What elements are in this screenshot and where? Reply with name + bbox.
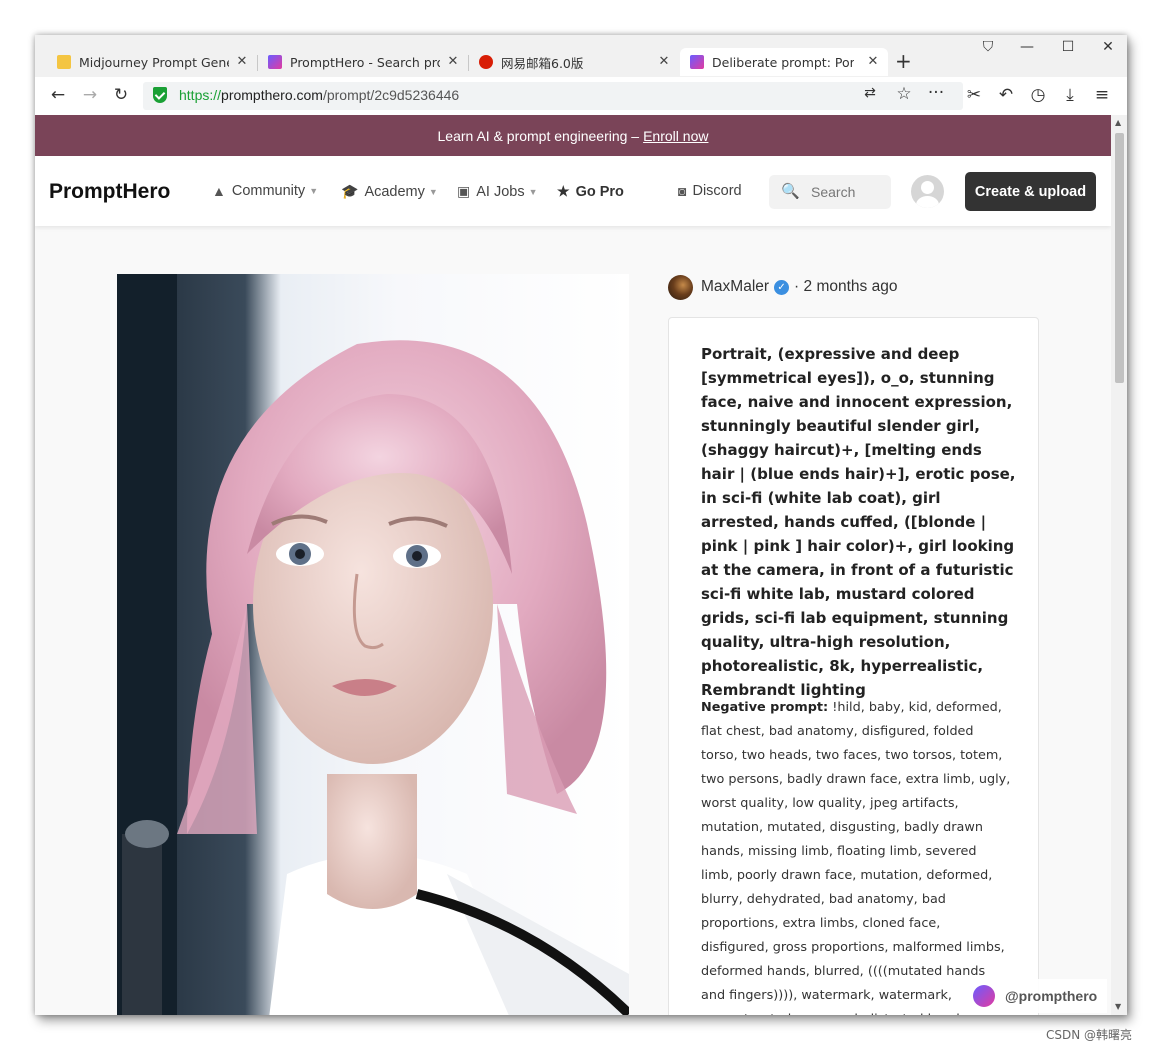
watermark-text: @prompthero bbox=[1005, 988, 1098, 1004]
nav-label: Community bbox=[231, 183, 306, 199]
scrollbar-thumb[interactable] bbox=[1115, 133, 1124, 383]
undo-icon[interactable]: ↶ bbox=[995, 85, 1017, 105]
negative-prompt-label: Negative prompt: bbox=[701, 700, 829, 715]
site-header: PromptHero ▲ Community ▼ 🎓 Academy ▼ ▣ A… bbox=[35, 156, 1111, 226]
prompt-image[interactable] bbox=[117, 274, 629, 1015]
reload-icon[interactable]: ↻ bbox=[110, 85, 132, 105]
star-icon: ★ bbox=[557, 183, 570, 199]
author-avatar[interactable] bbox=[668, 274, 693, 300]
tab-title: Deliberate prompt: Portra bbox=[712, 54, 854, 70]
translate-icon[interactable]: ⇄ bbox=[859, 85, 881, 101]
close-tab-icon[interactable]: ✕ bbox=[446, 54, 460, 69]
post-time: · 2 months ago bbox=[794, 278, 898, 295]
community-icon: ▲ bbox=[212, 183, 226, 199]
browser-window: Midjourney Prompt Gene ✕ PromptHero - Se… bbox=[35, 35, 1127, 1015]
history-clock-icon[interactable]: ◷ bbox=[1027, 85, 1049, 105]
tab-title: Midjourney Prompt Gene bbox=[79, 54, 229, 70]
author-name[interactable]: MaxMaler bbox=[701, 278, 769, 296]
tab-netease-mail[interactable]: 网易邮箱6.0版 ✕ bbox=[479, 48, 679, 76]
user-avatar[interactable] bbox=[911, 175, 944, 208]
portrait-image bbox=[117, 274, 629, 1015]
address-bar[interactable]: https://prompthero.com/prompt/2c9d523644… bbox=[143, 82, 963, 110]
tab-title: PromptHero - Search pro bbox=[290, 54, 440, 70]
tab-deliberate-prompt[interactable]: Deliberate prompt: Portra ✕ bbox=[680, 48, 888, 76]
nav-label: Academy bbox=[364, 183, 425, 200]
close-tab-icon[interactable]: ✕ bbox=[866, 54, 880, 69]
nav-academy[interactable]: 🎓 Academy ▼ bbox=[341, 183, 438, 200]
back-arrow-icon[interactable]: ← bbox=[47, 85, 69, 105]
close-tab-icon[interactable]: ✕ bbox=[657, 54, 671, 69]
url-text: https://prompthero.com/prompt/2c9d523644… bbox=[179, 87, 460, 103]
prompthero-icon bbox=[973, 985, 995, 1007]
prompt-text: Portrait, (expressive and deep [symmetri… bbox=[701, 345, 1016, 699]
enroll-now-link[interactable]: Enroll now bbox=[643, 128, 708, 144]
tab-title: 网易邮箱6.0版 bbox=[501, 55, 584, 71]
prompthero-watermark: @prompthero bbox=[965, 979, 1107, 1013]
discord-icon: ◙ bbox=[678, 183, 687, 199]
negative-prompt-text: !hild, baby, kid, deformed, flat chest, … bbox=[701, 700, 1011, 1015]
scroll-up-arrow-icon[interactable]: ▲ bbox=[1115, 118, 1121, 127]
bookmark-star-icon[interactable]: ☆ bbox=[893, 84, 915, 104]
download-icon[interactable]: ⤓ bbox=[1059, 85, 1081, 105]
nav-label: Go Pro bbox=[575, 183, 624, 200]
close-tab-icon[interactable]: ✕ bbox=[235, 54, 249, 69]
pin-window-icon[interactable]: ⛉ bbox=[978, 39, 998, 55]
prompthero-icon bbox=[268, 55, 282, 69]
author-row: MaxMaler ✓ · 2 months ago bbox=[668, 274, 897, 300]
promo-banner: Learn AI & prompt engineering – Enroll n… bbox=[35, 115, 1111, 156]
nav-go-pro[interactable]: ★ Go Pro bbox=[557, 183, 624, 200]
scissors-icon[interactable]: ✂ bbox=[963, 85, 985, 105]
nav-label: Discord bbox=[692, 183, 742, 199]
prompthero-icon bbox=[690, 55, 704, 69]
graduation-cap-icon: 🎓 bbox=[341, 183, 359, 199]
maximize-button[interactable]: ☐ bbox=[1058, 39, 1078, 55]
banner-text: Learn AI & prompt engineering – bbox=[437, 127, 640, 144]
chevron-down-icon: ▼ bbox=[428, 186, 438, 197]
chevron-down-icon: ▼ bbox=[309, 186, 319, 196]
csdn-watermark: CSDN @韩曙亮 bbox=[1046, 1028, 1133, 1042]
tab-divider bbox=[468, 55, 469, 71]
navigation-bar: ← → ↻ https://prompthero.com/prompt/2c9d… bbox=[35, 77, 1127, 116]
minimize-button[interactable]: — bbox=[1017, 39, 1037, 55]
search-icon: 🔍 bbox=[781, 183, 800, 200]
more-icon[interactable]: ··· bbox=[925, 83, 947, 103]
close-window-button[interactable]: ✕ bbox=[1098, 39, 1118, 55]
tab-midjourney[interactable]: Midjourney Prompt Gene ✕ bbox=[57, 48, 257, 76]
verified-check-icon: ✓ bbox=[774, 279, 790, 295]
briefcase-icon: ▣ bbox=[457, 183, 471, 199]
nav-community[interactable]: ▲ Community ▼ bbox=[212, 183, 318, 199]
tab-divider bbox=[257, 55, 258, 71]
nav-discord[interactable]: ◙ Discord bbox=[678, 183, 742, 199]
tab-strip: Midjourney Prompt Gene ✕ PromptHero - Se… bbox=[35, 35, 1127, 77]
smiley-icon bbox=[57, 55, 71, 69]
nav-ai-jobs[interactable]: ▣ AI Jobs ▼ bbox=[457, 183, 538, 200]
scroll-down-arrow-icon[interactable]: ▼ bbox=[1115, 1002, 1121, 1011]
nav-label: AI Jobs bbox=[476, 183, 525, 200]
menu-icon[interactable]: ≡ bbox=[1091, 85, 1113, 105]
new-tab-button[interactable]: + bbox=[895, 49, 912, 73]
page-viewport: Learn AI & prompt engineering – Enroll n… bbox=[35, 115, 1111, 1015]
create-upload-button[interactable]: Create & upload bbox=[965, 172, 1096, 211]
shield-check-icon bbox=[153, 87, 167, 103]
search-input[interactable]: 🔍 Search bbox=[769, 175, 891, 209]
forward-arrow-icon[interactable]: → bbox=[79, 85, 101, 105]
netease-icon bbox=[479, 55, 493, 69]
vertical-scrollbar[interactable]: ▲ ▼ bbox=[1111, 115, 1127, 1015]
chevron-down-icon: ▼ bbox=[528, 186, 538, 197]
prompt-card: Portrait, (expressive and deep [symmetri… bbox=[668, 317, 1039, 1015]
search-placeholder: Search bbox=[811, 184, 856, 200]
negative-prompt: Negative prompt: !hild, baby, kid, defor… bbox=[701, 696, 1011, 1015]
tab-prompthero-search[interactable]: PromptHero - Search pro ✕ bbox=[268, 48, 468, 76]
site-logo[interactable]: PromptHero bbox=[49, 180, 170, 204]
